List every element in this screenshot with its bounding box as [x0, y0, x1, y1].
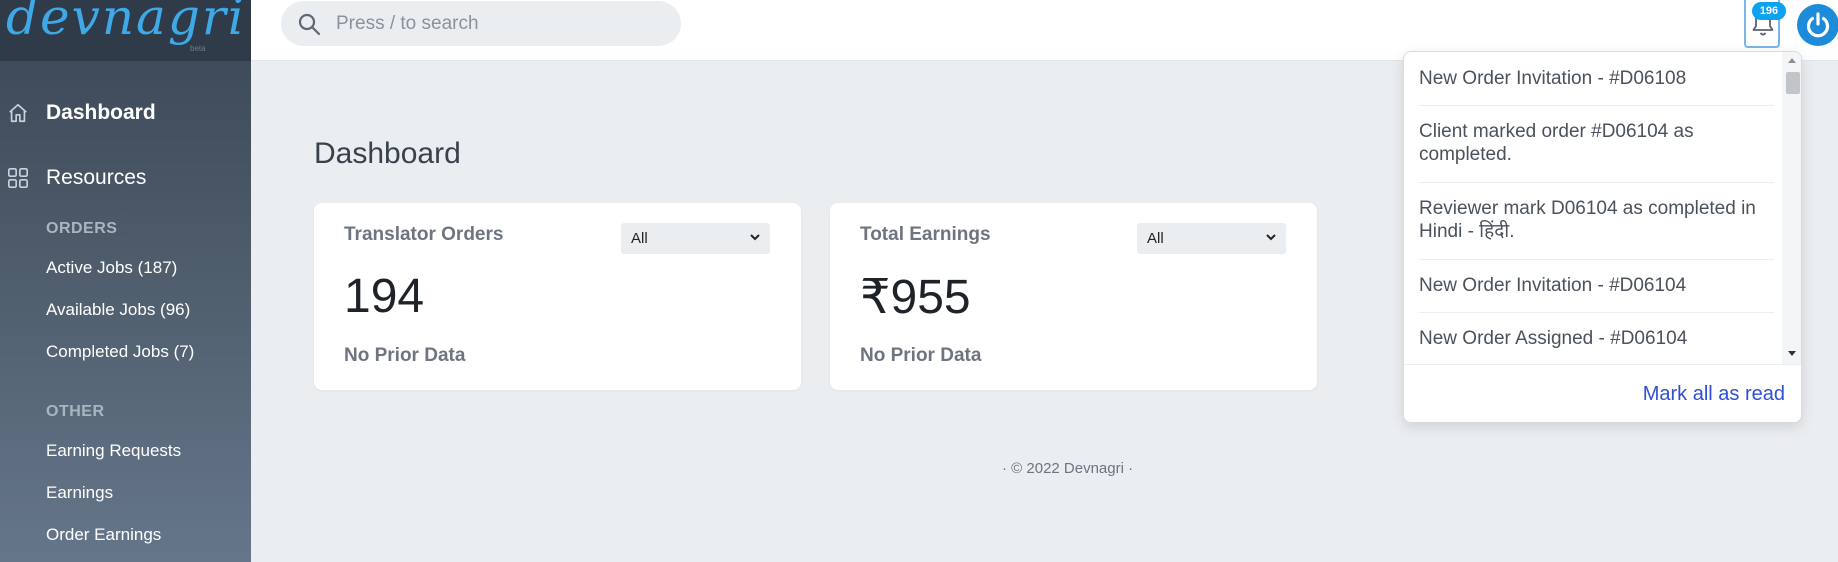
total-earnings-card: Total Earnings All ₹955 No Prior Data	[830, 203, 1317, 390]
grid-icon	[8, 168, 28, 188]
scroll-thumb[interactable]	[1786, 72, 1800, 94]
notifications-footer: Mark all as read	[1404, 364, 1801, 422]
notifications-scrollbar[interactable]	[1782, 52, 1801, 364]
card-note: No Prior Data	[860, 345, 982, 366]
sidebar: devnagri beta Dashboard Resources ORDERS…	[0, 0, 251, 562]
scroll-up-arrow-icon[interactable]	[1788, 58, 1796, 63]
sidebar-item-earning-requests[interactable]: Earning Requests	[46, 441, 181, 461]
section-heading-orders: ORDERS	[46, 220, 118, 237]
divider	[1419, 312, 1774, 313]
sidebar-item-completed-jobs[interactable]: Completed Jobs (7)	[46, 342, 194, 362]
filter-value: All	[631, 230, 648, 247]
divider	[1419, 105, 1774, 106]
notifications-dropdown: New Order Invitation - #D06108 Client ma…	[1403, 51, 1802, 423]
footer-copyright: · © 2022 Devnagri ·	[1002, 460, 1134, 477]
search-box[interactable]	[281, 1, 681, 46]
translator-orders-card: Translator Orders All 194 No Prior Data	[314, 203, 801, 390]
mark-all-read-link[interactable]: Mark all as read	[1643, 383, 1785, 406]
sidebar-item-label: Dashboard	[46, 101, 156, 124]
notification-item[interactable]: New Order Invitation - #D06104	[1419, 274, 1769, 297]
earnings-filter-select[interactable]: All	[1137, 223, 1286, 254]
notifications-list: New Order Invitation - #D06108 Client ma…	[1404, 52, 1784, 364]
divider	[1419, 259, 1774, 260]
notification-item[interactable]: Client marked order #D06104 as completed…	[1419, 120, 1769, 166]
logo-beta-tag: beta	[190, 44, 206, 53]
notification-item[interactable]: Reviewer mark D06104 as completed in Hin…	[1419, 197, 1769, 243]
brand-logo[interactable]: devnagri beta	[0, 0, 251, 61]
power-button[interactable]	[1797, 4, 1838, 46]
sidebar-item-order-earnings[interactable]: Order Earnings	[46, 525, 161, 545]
filter-value: All	[1147, 230, 1164, 247]
scroll-down-arrow-icon[interactable]	[1788, 351, 1796, 356]
sidebar-item-dashboard[interactable]: Dashboard	[0, 93, 251, 133]
card-note: No Prior Data	[344, 345, 466, 366]
sidebar-item-earnings[interactable]: Earnings	[46, 483, 113, 503]
divider	[1419, 182, 1774, 183]
power-icon	[1806, 12, 1830, 38]
sidebar-item-resources[interactable]: Resources	[0, 158, 251, 198]
search-icon	[298, 13, 321, 36]
card-title: Translator Orders	[344, 224, 504, 245]
search-input[interactable]	[336, 1, 666, 46]
orders-count-value: 194	[344, 270, 425, 323]
card-title: Total Earnings	[860, 224, 991, 245]
chevron-down-icon	[1266, 234, 1276, 241]
orders-filter-select[interactable]: All	[621, 223, 770, 254]
notification-count-badge: 196	[1752, 2, 1786, 20]
sidebar-item-active-jobs[interactable]: Active Jobs (187)	[46, 258, 177, 278]
section-heading-other: OTHER	[46, 403, 105, 420]
chevron-down-icon	[750, 234, 760, 241]
earnings-total-value: ₹955	[860, 271, 971, 324]
home-icon	[9, 103, 27, 123]
notification-item[interactable]: New Order Assigned - #D06104	[1419, 327, 1769, 350]
page-title: Dashboard	[314, 137, 461, 170]
notification-item[interactable]: New Order Invitation - #D06108	[1419, 67, 1769, 90]
sidebar-item-label: Resources	[46, 166, 147, 189]
logo-text: devnagri	[6, 0, 246, 46]
sidebar-item-available-jobs[interactable]: Available Jobs (96)	[46, 300, 190, 320]
